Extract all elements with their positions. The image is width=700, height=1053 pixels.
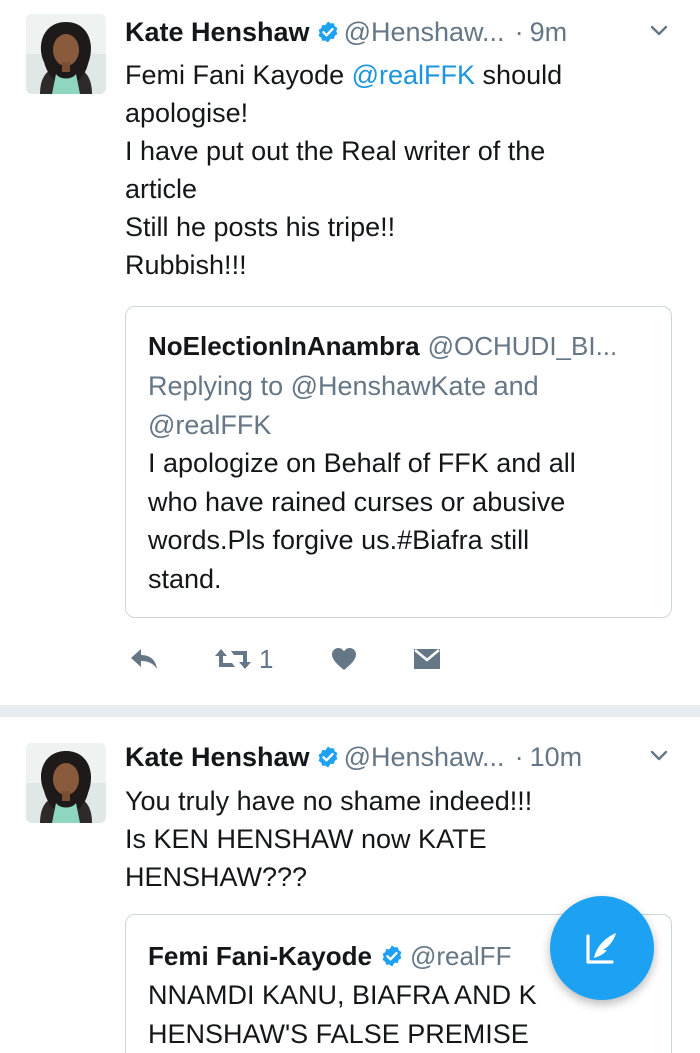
compose-tweet-button[interactable] — [550, 896, 654, 1000]
tweet-text-line: Rubbish!!! — [125, 250, 247, 280]
author-name[interactable]: Kate Henshaw — [125, 17, 310, 48]
tweet-header: Kate Henshaw @Henshaw... · 9m — [125, 15, 680, 49]
tweet-text-segment: should — [475, 60, 563, 90]
quoted-text-line: words.Pls forgive us.#Biafra still — [148, 525, 530, 555]
tweet-actions: 1 — [125, 642, 465, 676]
direct-message-button[interactable] — [413, 642, 441, 676]
quoted-text-line: stand. — [148, 563, 222, 594]
timestamp[interactable]: 10m — [530, 742, 583, 773]
tweet-2[interactable]: Kate Henshaw @Henshaw... · 10m You truly… — [0, 717, 700, 1053]
separator-dot: · — [514, 741, 524, 772]
reply-button[interactable] — [129, 642, 159, 676]
author-name[interactable]: Kate Henshaw — [125, 742, 310, 773]
tweet-text-segment: Femi Fani Kayode — [125, 60, 352, 90]
avatar-image — [26, 14, 106, 94]
quoted-tweet-text: Replying to @HenshawKate and @realFFK I … — [148, 367, 661, 598]
mention-link[interactable]: @realFFK — [352, 60, 475, 90]
tweet-text-line: You truly have no shame indeed!!! — [125, 786, 533, 816]
chevron-down-icon[interactable] — [648, 744, 670, 766]
quoted-author-handle: @realFF — [409, 940, 512, 971]
tweet-text: You truly have no shame indeed!!! Is KEN… — [125, 782, 670, 896]
tweet-text-line: Still he posts his tripe!! — [125, 212, 396, 242]
tweet-text: Femi Fani Kayode @realFFK should apologi… — [125, 56, 670, 284]
avatar[interactable] — [26, 743, 106, 823]
verified-badge-icon — [382, 945, 402, 967]
verified-badge-icon — [318, 746, 337, 768]
tweet-text-line: HENSHAW??? — [125, 862, 308, 892]
replying-to-line: Replying to @HenshawKate and — [148, 371, 539, 401]
separator-dot: · — [514, 16, 524, 47]
quoted-tweet-header: NoElectionInAnambra @OCHUDI_BI... — [148, 329, 661, 363]
tweet-text-line: Is KEN HENSHAW now KATE — [125, 824, 487, 854]
retweet-button[interactable]: 1 — [213, 642, 273, 676]
author-handle[interactable]: @Henshaw... — [344, 17, 505, 48]
retweet-count: 1 — [259, 643, 274, 674]
timeline-separator — [0, 705, 700, 717]
quoted-author-name: NoElectionInAnambra — [148, 330, 420, 361]
tweet-text-line: Femi Fani Kayode @realFFK should — [125, 56, 670, 94]
avatar-image — [26, 743, 106, 823]
timestamp[interactable]: 9m — [530, 17, 568, 48]
quoted-author-name: Femi Fani-Kayode — [148, 940, 372, 971]
like-button[interactable] — [330, 642, 358, 676]
compose-tweet-icon — [586, 933, 616, 964]
quoted-author-handle: @OCHUDI_BI... — [427, 330, 618, 361]
tweet-text-line: apologise! — [125, 98, 249, 128]
reply-icon — [131, 649, 157, 669]
retweet-icon — [215, 649, 251, 669]
tweet-header: Kate Henshaw @Henshaw... · 10m — [125, 740, 680, 774]
quoted-text-line: I apologize on Behalf of FFK and all — [148, 448, 576, 478]
author-handle[interactable]: @Henshaw... — [344, 742, 505, 773]
direct-message-icon — [414, 649, 440, 669]
tweet-text-line: I have put out the Real writer of the — [125, 136, 546, 166]
verified-badge-icon — [318, 21, 337, 43]
tweet-text-line: article — [125, 174, 198, 204]
quoted-tweet[interactable]: NoElectionInAnambra @OCHUDI_BI... Replyi… — [125, 306, 672, 618]
heart-icon — [332, 648, 356, 670]
avatar[interactable] — [26, 14, 106, 94]
quoted-text-line: HENSHAW'S FALSE PREMISE — [148, 1018, 529, 1049]
chevron-down-icon[interactable] — [648, 19, 670, 41]
tweet-1[interactable]: Kate Henshaw @Henshaw... · 9m Femi Fani … — [0, 0, 700, 705]
quoted-text-line: who have rained curses or abusive — [148, 486, 566, 517]
replying-to-line: @realFFK — [148, 409, 272, 440]
